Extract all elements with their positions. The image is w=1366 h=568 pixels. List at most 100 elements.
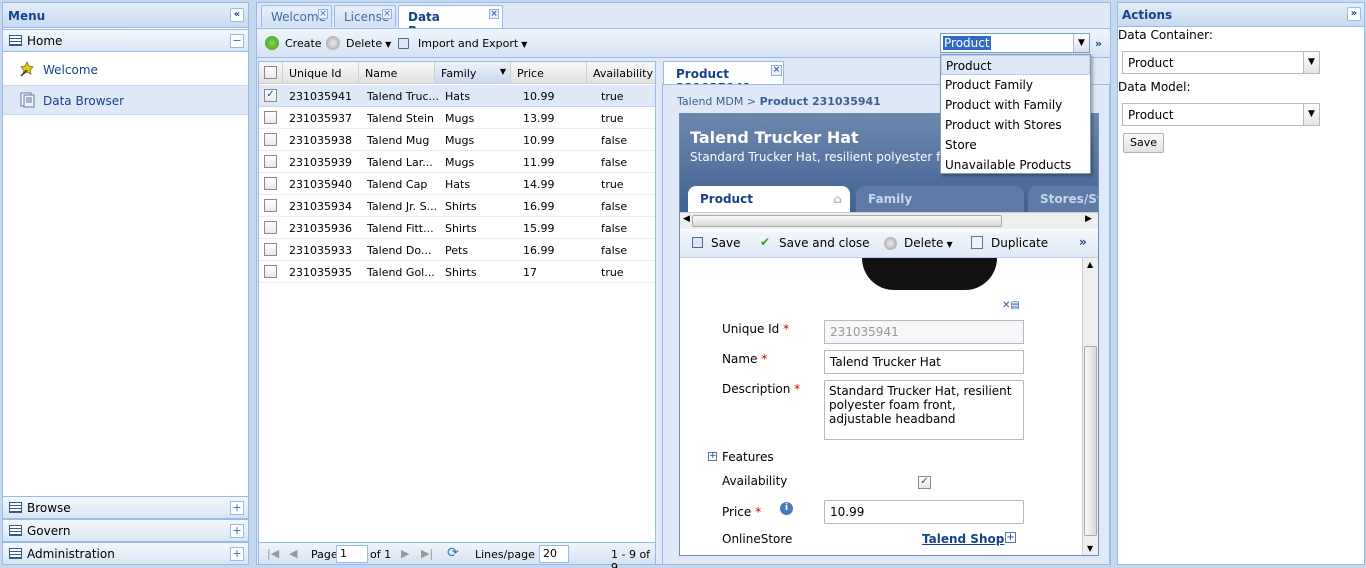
close-icon[interactable]: ×	[489, 9, 499, 19]
scroll-right-icon[interactable]: ▶	[1085, 214, 1092, 224]
first-page-icon[interactable]: |◀	[267, 547, 279, 560]
select-all-checkbox[interactable]	[264, 66, 277, 79]
tab-welcome[interactable]: Welcome ×	[261, 5, 332, 27]
table-row[interactable]: 231035936 Talend Fitt... Shirts 15.99 false	[259, 217, 655, 239]
cell-family: Hats	[445, 90, 471, 103]
save-record-button[interactable]: Save	[711, 236, 740, 250]
name-field[interactable]: Talend Trucker Hat	[824, 350, 1024, 374]
tab-stores-section[interactable]: Stores/Store	[1028, 186, 1098, 212]
row-checkbox[interactable]	[264, 243, 277, 256]
dropdown-option[interactable]: Unavailable Products	[941, 155, 1090, 175]
table-row[interactable]: ✓ 231035941 Talend Truc... Hats 10.99 true	[259, 85, 655, 107]
create-button[interactable]: Create	[265, 36, 322, 50]
price-field[interactable]: 10.99	[824, 500, 1024, 524]
chevron-down-icon[interactable]: ▼	[500, 67, 506, 76]
prev-page-icon[interactable]: ◀	[289, 547, 297, 560]
row-checkbox[interactable]	[264, 177, 277, 190]
table-row[interactable]: 231035939 Talend Lar... Mugs 11.99 false	[259, 151, 655, 173]
features-label[interactable]: Features	[722, 450, 774, 464]
menu-item-data-browser[interactable]: Data Browser	[3, 85, 248, 115]
table-row[interactable]: 231035937 Talend Stein Mugs 13.99 true	[259, 107, 655, 129]
table-row[interactable]: 231035933 Talend Do... Pets 16.99 false	[259, 239, 655, 261]
vertical-scrollbar[interactable]: ▲ ▼	[1082, 258, 1098, 555]
dropdown-option[interactable]: Product	[941, 55, 1090, 75]
breadcrumb-root[interactable]: Talend MDM	[677, 95, 743, 108]
close-icon[interactable]: ×	[318, 9, 328, 19]
data-container-select[interactable]: Product ▼	[1122, 51, 1320, 74]
tab-product-detail[interactable]: Product 231035941	[663, 61, 784, 85]
expand-browse-icon[interactable]: +	[230, 501, 244, 515]
close-icon[interactable]: ×	[771, 65, 782, 76]
dropdown-option[interactable]: Product Family	[941, 75, 1090, 95]
image-edit-icon[interactable]: ✕▤	[1002, 300, 1020, 311]
browse-section-header[interactable]: Browse +	[3, 496, 248, 519]
tab-product-section[interactable]: Product ⌂	[688, 186, 850, 212]
menu-item-welcome[interactable]: Welcome	[3, 55, 248, 85]
overflow-icon[interactable]: »	[1095, 37, 1102, 50]
home-section-header[interactable]: Home −	[3, 29, 248, 52]
lines-input[interactable]: 20	[539, 545, 569, 563]
chevron-down-icon[interactable]: ▼	[1303, 104, 1319, 125]
dropdown-option[interactable]: Product with Family	[941, 95, 1090, 115]
close-icon[interactable]: ×	[382, 9, 392, 19]
table-row[interactable]: 231035935 Talend Gol... Shirts 17 true	[259, 261, 655, 283]
refresh-icon[interactable]: ⟳	[447, 545, 459, 561]
select-all-header[interactable]	[259, 62, 283, 84]
row-checkbox[interactable]	[264, 155, 277, 168]
tab-license[interactable]: License ×	[334, 5, 396, 27]
collapse-left-icon[interactable]: «	[230, 8, 244, 22]
delete-record-button[interactable]: Delete ▼	[904, 236, 953, 250]
info-icon[interactable]: i	[780, 502, 793, 515]
scroll-down-icon[interactable]: ▼	[1087, 544, 1093, 553]
expand-icon[interactable]: +	[1005, 532, 1016, 543]
scroll-thumb[interactable]	[1084, 346, 1097, 536]
expand-administration-icon[interactable]: +	[230, 547, 244, 561]
govern-section-header[interactable]: Govern +	[3, 519, 248, 542]
delete-button[interactable]: Delete ▼	[326, 36, 391, 50]
entity-select[interactable]: Product ▼	[940, 33, 1090, 53]
row-checkbox[interactable]	[264, 133, 277, 146]
column-price[interactable]: Price	[511, 62, 587, 84]
dropdown-option[interactable]: Store	[941, 135, 1090, 155]
expand-govern-icon[interactable]: +	[230, 524, 244, 538]
record-toolbar: Save ✔ Save and close Delete ▼ Duplicate …	[680, 230, 1098, 258]
chevron-down-icon[interactable]: ▼	[1073, 34, 1089, 52]
tab-family-section[interactable]: Family	[856, 186, 1024, 212]
column-name[interactable]: Name	[359, 62, 435, 84]
pin-icon[interactable]: ⌂	[833, 192, 842, 206]
row-checkbox[interactable]	[264, 199, 277, 212]
row-checkbox[interactable]	[264, 111, 277, 124]
column-family[interactable]: Family ▼	[435, 62, 511, 84]
save-close-button[interactable]: Save and close	[779, 236, 870, 250]
table-row[interactable]: 231035934 Talend Jr. S... Shirts 16.99 false	[259, 195, 655, 217]
import-export-button[interactable]: Import and Export ▼	[398, 37, 527, 50]
chevron-down-icon[interactable]: ▼	[1303, 52, 1319, 73]
administration-section-header[interactable]: Administration +	[3, 542, 248, 565]
next-page-icon[interactable]: ▶	[401, 547, 409, 560]
row-checkbox[interactable]: ✓	[264, 89, 277, 102]
last-page-icon[interactable]: ▶|	[421, 547, 433, 560]
row-checkbox[interactable]	[264, 221, 277, 234]
dropdown-option[interactable]: Product with Stores	[941, 115, 1090, 135]
scroll-left-icon[interactable]: ◀	[683, 214, 690, 224]
row-checkbox[interactable]	[264, 265, 277, 278]
horizontal-scrollbar[interactable]: ◀ ▶	[680, 212, 1098, 229]
scroll-thumb[interactable]	[692, 215, 1002, 227]
onlinestore-link[interactable]: Talend Shop	[922, 532, 1004, 546]
column-unique-id[interactable]: Unique Id	[283, 62, 359, 84]
data-model-select[interactable]: Product ▼	[1122, 103, 1320, 126]
page-input[interactable]: 1	[336, 545, 368, 563]
availability-checkbox[interactable]: ✓	[918, 476, 931, 489]
collapse-home-icon[interactable]: −	[230, 34, 244, 48]
table-row[interactable]: 231035938 Talend Mug Mugs 10.99 false	[259, 129, 655, 151]
collapse-right-icon[interactable]: »	[1347, 7, 1361, 21]
tab-data-browser[interactable]: Data Browser×	[398, 5, 503, 38]
overflow-icon[interactable]: »	[1079, 235, 1087, 249]
expand-icon[interactable]: +	[708, 452, 717, 461]
duplicate-button[interactable]: Duplicate	[991, 236, 1048, 250]
save-button[interactable]: Save	[1123, 133, 1165, 153]
column-availability[interactable]: Availability	[587, 62, 655, 84]
table-row[interactable]: 231035940 Talend Cap Hats 14.99 true	[259, 173, 655, 195]
scroll-up-icon[interactable]: ▲	[1087, 260, 1093, 269]
description-field[interactable]: Standard Trucker Hat, resilient polyeste…	[824, 380, 1024, 440]
